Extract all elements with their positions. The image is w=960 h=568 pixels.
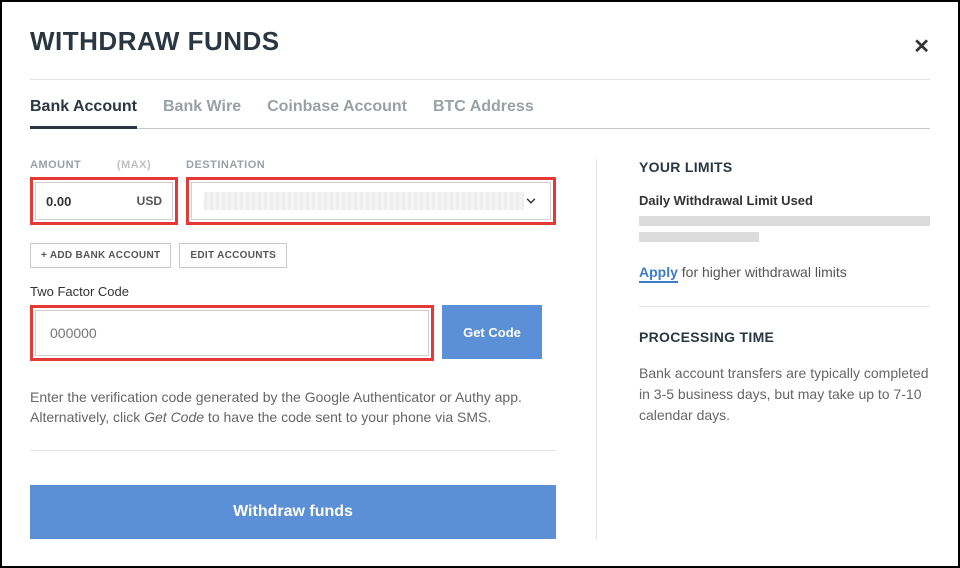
content: AMOUNT (MAX) 0.00 USD DESTINATION — [30, 159, 930, 539]
dialog-title: WITHDRAW FUNDS — [30, 26, 930, 57]
destination-field-block: DESTINATION — [186, 159, 556, 225]
your-limits-heading: YOUR LIMITS — [639, 159, 930, 175]
tabs: Bank Account Bank Wire Coinbase Account … — [30, 98, 930, 129]
amount-input[interactable]: 0.00 USD — [35, 182, 173, 220]
daily-limit-label: Daily Withdrawal Limit Used — [639, 193, 930, 208]
chevron-down-icon — [524, 194, 538, 208]
apply-row: Apply for higher withdrawal limits — [639, 264, 930, 280]
processing-time-heading: PROCESSING TIME — [639, 329, 930, 345]
destination-value-redacted — [204, 192, 524, 210]
limit-bar-track — [639, 216, 930, 226]
processing-time-text: Bank account transfers are typically com… — [639, 363, 930, 426]
two-factor-help-text: Enter the verification code generated by… — [30, 387, 556, 451]
destination-label: DESTINATION — [186, 159, 556, 171]
withdraw-funds-button[interactable]: Withdraw funds — [30, 485, 556, 539]
close-icon[interactable]: ✕ — [913, 34, 930, 59]
amount-label: AMOUNT (MAX) — [30, 159, 178, 171]
amount-value: 0.00 — [46, 194, 71, 209]
edit-accounts-button[interactable]: EDIT ACCOUNTS — [179, 243, 287, 268]
get-code-button[interactable]: Get Code — [442, 305, 542, 359]
apply-rest-text: for higher withdrawal limits — [678, 264, 847, 280]
divider — [639, 306, 930, 307]
amount-highlight: 0.00 USD — [30, 177, 178, 225]
tab-bank-wire[interactable]: Bank Wire — [163, 98, 241, 128]
amount-label-text: AMOUNT — [30, 159, 81, 171]
apply-link[interactable]: Apply — [639, 264, 678, 283]
account-buttons-row: + ADD BANK ACCOUNT EDIT ACCOUNTS — [30, 243, 556, 268]
tab-coinbase-account[interactable]: Coinbase Account — [267, 98, 407, 128]
two-factor-highlight — [30, 305, 434, 361]
divider — [30, 79, 930, 80]
withdraw-funds-dialog: ✕ WITHDRAW FUNDS Bank Account Bank Wire … — [0, 0, 960, 568]
amount-destination-row: AMOUNT (MAX) 0.00 USD DESTINATION — [30, 159, 556, 225]
amount-currency: USD — [137, 194, 162, 208]
form-panel: AMOUNT (MAX) 0.00 USD DESTINATION — [30, 159, 596, 539]
destination-select[interactable] — [191, 182, 551, 220]
destination-highlight — [186, 177, 556, 225]
info-panel: YOUR LIMITS Daily Withdrawal Limit Used … — [596, 159, 930, 539]
two-factor-label: Two Factor Code — [30, 284, 556, 299]
help-text-part2: to have the code sent to your phone via … — [204, 409, 491, 425]
tab-btc-address[interactable]: BTC Address — [433, 98, 534, 128]
amount-field-block: AMOUNT (MAX) 0.00 USD — [30, 159, 178, 225]
add-bank-account-button[interactable]: + ADD BANK ACCOUNT — [30, 243, 171, 268]
limit-bar-sub — [639, 232, 759, 242]
max-link[interactable]: (MAX) — [117, 159, 151, 171]
help-text-em: Get Code — [144, 409, 204, 425]
tab-bank-account[interactable]: Bank Account — [30, 98, 137, 129]
two-factor-row: Get Code — [30, 305, 556, 361]
two-factor-input[interactable] — [35, 310, 429, 356]
